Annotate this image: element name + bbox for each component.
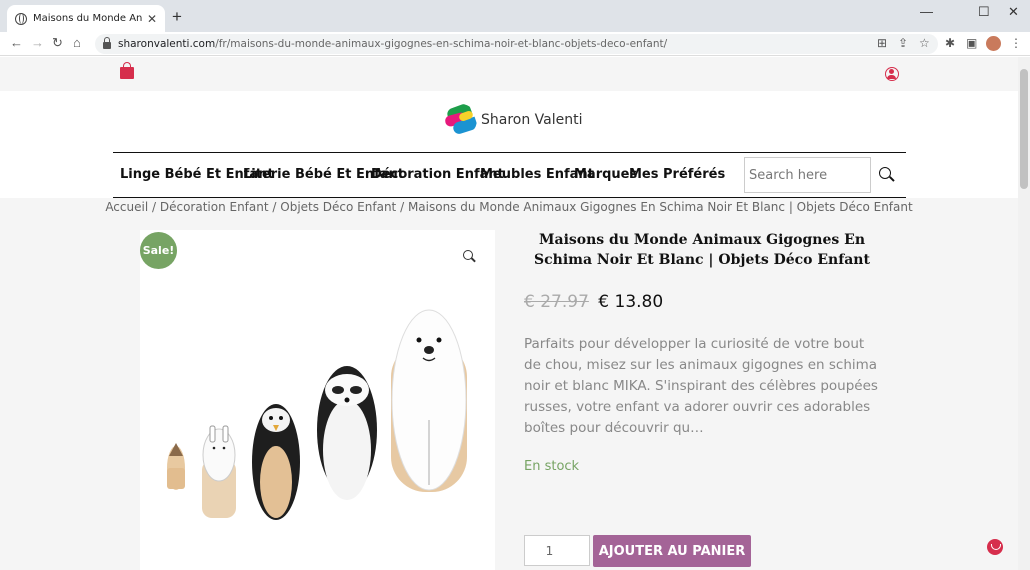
address-bar[interactable]: sharonvalenti.com/fr/maisons-du-monde-an… (95, 34, 938, 54)
tab-title: Maisons du Monde Animaux Gigognes (33, 13, 143, 24)
page-scrollbar[interactable] (1018, 57, 1030, 570)
url-text: sharonvalenti.com/fr/maisons-du-monde-an… (118, 38, 668, 50)
browser-tab[interactable]: Maisons du Monde Animaux Gigognes ✕ (7, 5, 165, 32)
close-tab-icon[interactable]: ✕ (147, 12, 157, 26)
site-header: Sharon Valenti Linge Bébé Et Enfant Lite… (0, 91, 1018, 198)
maximize-button[interactable]: ☐ (978, 4, 990, 20)
forward-arrow-icon[interactable]: → (31, 35, 44, 50)
product-image[interactable]: Sale! (140, 230, 495, 570)
stock-status: En stock (524, 459, 580, 474)
rabbit-doll (202, 425, 236, 518)
quantity-box (524, 535, 590, 566)
logo-text: Sharon Valenti (481, 112, 583, 128)
old-price: € 27.97 (524, 292, 589, 312)
bookmark-star-icon[interactable]: ☆ (919, 36, 930, 50)
quantity-input[interactable] (525, 536, 589, 565)
extensions-icon[interactable]: ✱ (945, 36, 955, 50)
side-panel-icon[interactable]: ▣ (966, 36, 977, 50)
menu-kebab-icon[interactable]: ⋮ (1010, 36, 1022, 50)
browser-window: Maisons du Monde Animaux Gigognes ✕ + — … (0, 0, 1030, 570)
nav-preferes[interactable]: Mes Préférés (629, 167, 725, 182)
breadcrumb-objets[interactable]: Objets Déco Enfant (280, 200, 396, 214)
bear-doll (391, 309, 467, 492)
share-icon[interactable]: ⇪ (898, 36, 908, 50)
logo-mark-icon (445, 104, 477, 136)
penguin-doll (252, 404, 300, 520)
sale-badge: Sale! (140, 232, 177, 269)
sale-price: € 13.80 (598, 292, 664, 312)
tab-strip: Maisons du Monde Animaux Gigognes ✕ + — … (0, 0, 1030, 32)
profile-avatar[interactable] (986, 36, 1001, 51)
product-title: Maisons du Monde Animaux Gigognes En Sch… (534, 232, 870, 268)
breadcrumb: Accueil / Décoration Enfant / Objets Déc… (105, 200, 913, 214)
search-input[interactable] (745, 158, 865, 192)
scrollbar-thumb[interactable] (1020, 69, 1028, 189)
breadcrumb-home[interactable]: Accueil (105, 200, 148, 214)
reload-icon[interactable]: ↻ (52, 35, 63, 51)
user-account-icon[interactable] (885, 67, 899, 81)
home-icon[interactable]: ⌂ (73, 35, 81, 50)
minimize-button[interactable]: — (920, 4, 933, 19)
fox-doll (167, 443, 185, 490)
raccoon-doll (317, 366, 377, 500)
add-to-cart-button[interactable]: AJOUTER AU PANIER (593, 535, 751, 567)
top-bar (0, 57, 1018, 91)
new-tab-button[interactable]: + (172, 7, 182, 27)
web-page: Sharon Valenti Linge Bébé Et Enfant Lite… (0, 57, 1018, 570)
globe-icon (15, 12, 27, 25)
close-window-button[interactable]: ✕ (1008, 4, 1019, 20)
nav-marques[interactable]: Marques (574, 167, 637, 182)
lock-icon (103, 37, 111, 49)
product-price: € 27.97 € 13.80 (524, 292, 663, 312)
breadcrumb-current: Maisons du Monde Animaux Gigognes En Sch… (407, 200, 913, 214)
chat-widget-icon[interactable] (987, 539, 1003, 555)
breadcrumb-decoration[interactable]: Décoration Enfant (160, 200, 269, 214)
main-navigation: Linge Bébé Et Enfant Literie Bébé Et Enf… (113, 152, 906, 198)
translate-icon[interactable]: ⊞ (877, 36, 887, 50)
site-logo[interactable]: Sharon Valenti (445, 104, 583, 136)
nesting-dolls-image (167, 309, 467, 520)
product-description: Parfaits pour développer la curiosité de… (524, 336, 878, 436)
browser-toolbar: ← → ↻ ⌂ sharonvalenti.com/fr/maisons-du-… (0, 32, 1030, 56)
zoom-icon[interactable] (463, 250, 473, 260)
search-box (744, 157, 871, 193)
search-icon[interactable] (879, 167, 891, 179)
back-arrow-icon[interactable]: ← (10, 35, 23, 50)
shopping-bag-icon[interactable] (120, 62, 134, 79)
product-summary: Maisons du Monde Animaux Gigognes En Sch… (524, 230, 894, 567)
